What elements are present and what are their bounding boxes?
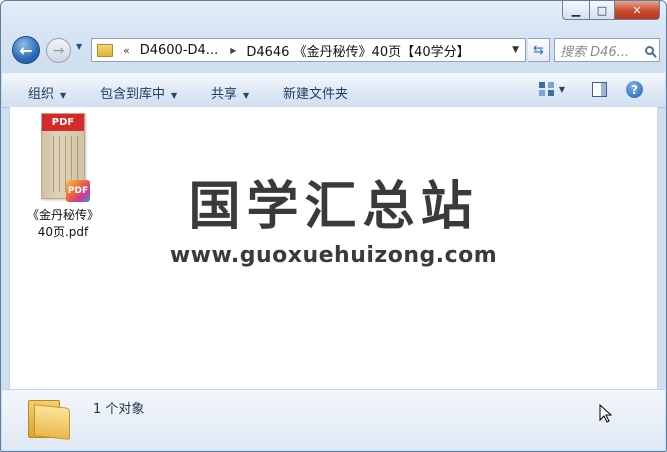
- watermark: 国学汇总站 www.guoxuehuizong.com: [10, 177, 657, 268]
- watermark-url: www.guoxuehuizong.com: [169, 243, 498, 268]
- address-bar[interactable]: « D4600-D4... ▶ D4646 《金丹秘传》40页【40学分】 ▼: [91, 38, 526, 62]
- navigation-bar: ← → ▼ « D4600-D4... ▶ D4646 《金丹秘传》40页【40…: [9, 34, 660, 66]
- item-count-status: 1 个对象: [93, 402, 145, 417]
- back-arrow-icon: ←: [19, 40, 33, 60]
- preview-pane-icon[interactable]: [592, 82, 607, 97]
- refresh-button[interactable]: ⇆: [528, 38, 550, 62]
- search-icon: [645, 45, 654, 55]
- folder-icon: [97, 43, 113, 57]
- address-overflow-button[interactable]: «: [123, 44, 130, 57]
- view-options-dropdown[interactable]: ▼: [559, 85, 565, 94]
- address-dropdown-icon[interactable]: ▼: [512, 45, 519, 55]
- share-menu[interactable]: 共享 ▼: [211, 83, 249, 102]
- new-folder-button[interactable]: 新建文件夹: [283, 83, 348, 102]
- search-placeholder: 搜索 D46...: [560, 44, 630, 60]
- maximize-button[interactable]: □: [589, 1, 615, 20]
- watermark-title: 国学汇总站: [188, 177, 479, 237]
- organize-label: 组织: [28, 87, 55, 102]
- help-icon[interactable]: ?: [626, 81, 643, 98]
- forward-arrow-icon: →: [52, 42, 65, 59]
- forward-button[interactable]: →: [46, 38, 71, 63]
- chevron-down-icon: ▼: [60, 91, 67, 100]
- change-view-icon[interactable]: [539, 82, 555, 97]
- refresh-icon: ⇆: [533, 42, 544, 58]
- back-button[interactable]: ←: [12, 36, 40, 64]
- minimize-button[interactable]: ▁: [562, 1, 589, 20]
- share-label: 共享: [211, 87, 238, 102]
- include-in-library-menu[interactable]: 包含到库中 ▼: [100, 83, 177, 102]
- chevron-down-icon: ▼: [76, 42, 83, 51]
- caption-buttons: ▁ □ ✕: [562, 1, 660, 20]
- details-pane: 1 个对象: [2, 389, 665, 450]
- recent-pages-dropdown[interactable]: ▼: [76, 42, 87, 56]
- chevron-down-icon: ▼: [243, 91, 250, 100]
- pdf-label: PDF: [42, 114, 84, 131]
- organize-menu[interactable]: 组织 ▼: [28, 83, 66, 102]
- breadcrumb-segment[interactable]: D4600-D4...: [140, 43, 218, 58]
- folder-icon: [28, 400, 70, 440]
- breadcrumb-segment[interactable]: D4646 《金丹秘传》40页【40学分】: [246, 41, 469, 60]
- search-input[interactable]: 搜索 D46...: [554, 38, 660, 62]
- explorer-window: ▁ □ ✕ ← → ▼ « D4600-D4... ▶ D4646 《金丹秘传》…: [0, 0, 667, 452]
- include-in-library-label: 包含到库中: [100, 87, 166, 102]
- mouse-cursor-icon: [599, 404, 613, 423]
- close-button[interactable]: ✕: [615, 1, 660, 20]
- chevron-down-icon: ▼: [171, 91, 178, 100]
- command-bar: 组织 ▼ 包含到库中 ▼ 共享 ▼ 新建文件夹 ▼ ?: [2, 73, 665, 108]
- breadcrumb-chevron-icon[interactable]: ▶: [230, 46, 236, 55]
- file-list-pane[interactable]: PDF PDF 《金丹秘传》 40页.pdf 国学汇总站 www.guoxuehu…: [9, 107, 658, 389]
